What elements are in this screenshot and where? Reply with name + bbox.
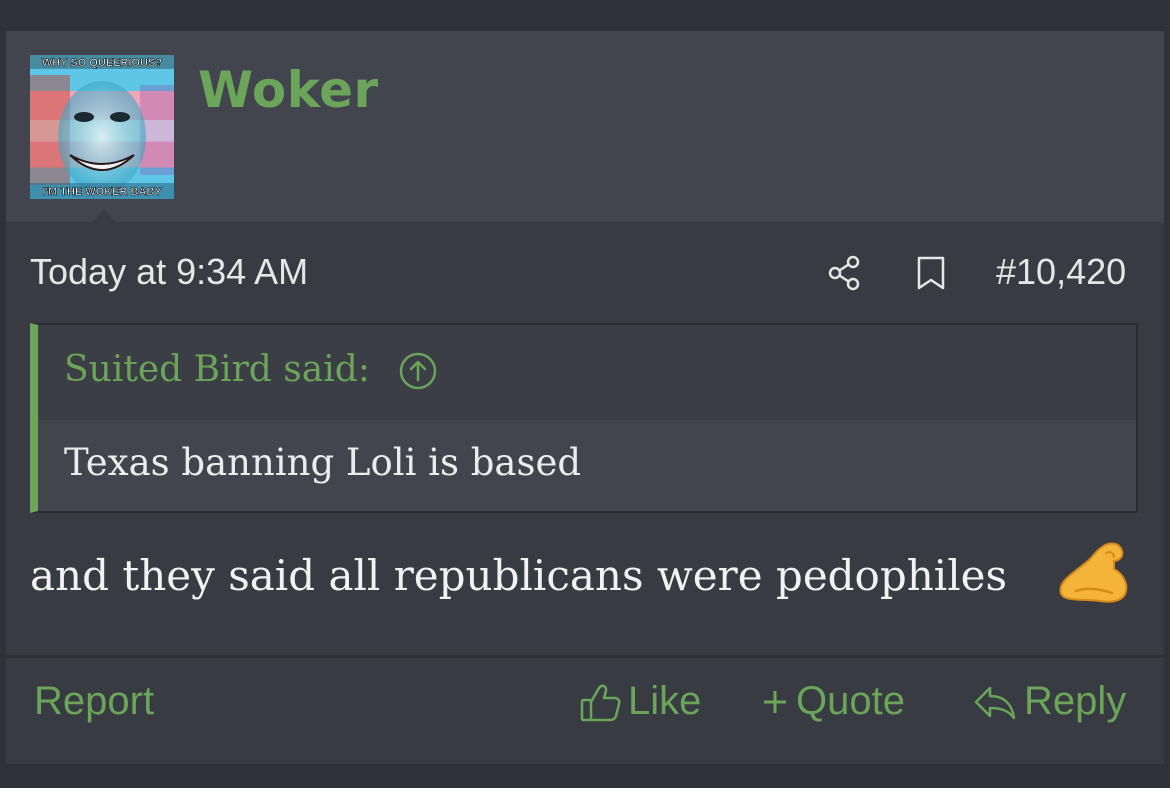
- quote-block: Suited Bird said: Texas banning Loli is …: [30, 323, 1138, 513]
- report-label: Report: [34, 679, 155, 723]
- like-label: Like: [628, 679, 702, 723]
- bookmark-icon[interactable]: [914, 255, 948, 291]
- reply-label: Reply: [1024, 679, 1127, 723]
- post-number[interactable]: #10,420: [996, 251, 1126, 293]
- quote-header: Suited Bird said:: [38, 325, 1136, 420]
- reply-icon: [974, 686, 1016, 719]
- username[interactable]: Woker: [198, 61, 379, 119]
- share-icon[interactable]: [824, 253, 864, 293]
- report-button[interactable]: Report: [34, 679, 154, 724]
- avatar-image: WHY SO QUEERIOUS? I'M THE WOKER BABY: [30, 55, 174, 199]
- reply-button[interactable]: Reply: [972, 679, 1126, 724]
- post: WHY SO QUEERIOUS? I'M THE WOKER BABY Wok…: [6, 31, 1164, 764]
- quote-text: Texas banning Loli is based: [64, 441, 582, 484]
- post-date[interactable]: Today at 9:34 AM: [30, 251, 308, 293]
- avatar-caret: [92, 210, 116, 222]
- thumbs-up-icon: [580, 684, 621, 721]
- flexed-biceps-icon: [1059, 542, 1128, 603]
- arrow-up-circle-icon[interactable]: [398, 351, 438, 391]
- avatar-bottom-text: I'M THE WOKER BABY: [42, 186, 162, 198]
- like-button[interactable]: Like: [578, 679, 701, 724]
- message-text: and they said all republicans were pedop…: [30, 551, 1008, 600]
- divider: [6, 655, 1164, 658]
- quote-author[interactable]: Suited Bird said:: [64, 349, 370, 390]
- avatar-top-text: WHY SO QUEERIOUS?: [42, 57, 162, 69]
- quote-label: Quote: [796, 679, 905, 723]
- post-header: WHY SO QUEERIOUS? I'M THE WOKER BABY Wok…: [6, 31, 1164, 222]
- quote-button[interactable]: Quote: [760, 679, 905, 724]
- plus-icon: [764, 690, 786, 713]
- avatar[interactable]: WHY SO QUEERIOUS? I'M THE WOKER BABY: [30, 55, 174, 199]
